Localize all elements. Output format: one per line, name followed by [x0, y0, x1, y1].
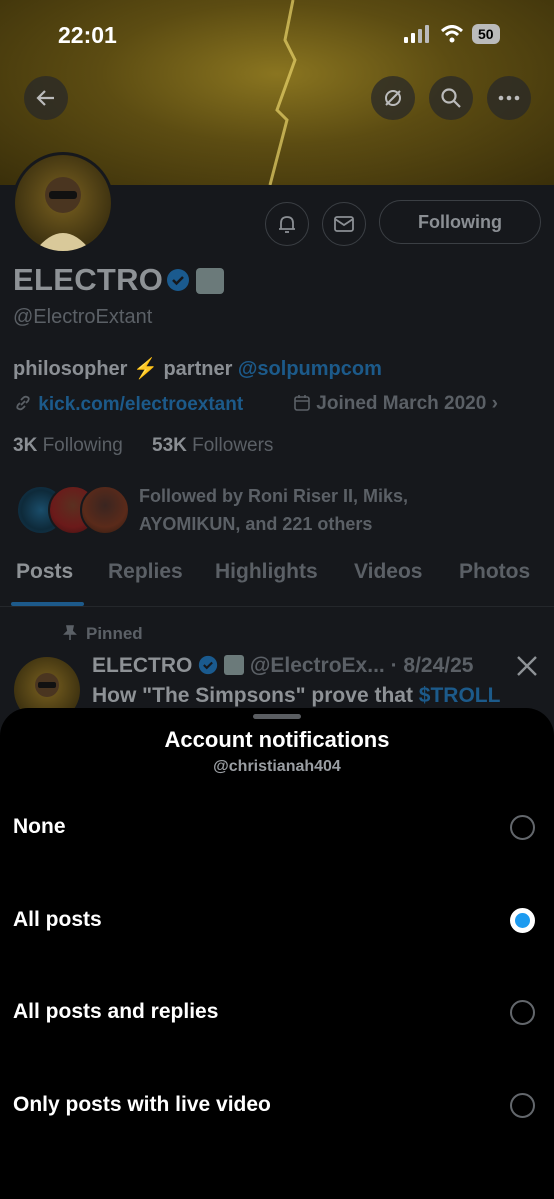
- sheet-subtitle: @christianah404: [213, 758, 341, 775]
- status-time: 22:01: [58, 22, 117, 48]
- avatar-illustration: [35, 177, 91, 251]
- bio-mention-link[interactable]: @solpumpcom: [238, 358, 382, 380]
- status-icons: 50: [404, 24, 500, 44]
- joined-date: Joined March 2020 ›: [293, 393, 498, 415]
- bell-plus-icon: [279, 216, 295, 233]
- tab-highlights[interactable]: Highlights: [215, 560, 318, 584]
- profile-avatar[interactable]: [12, 152, 114, 254]
- profile-name: ELECTRO: [13, 262, 164, 297]
- following-button[interactable]: Following: [379, 200, 541, 244]
- profile-link[interactable]: kick.com/electroextant: [13, 393, 243, 416]
- post-text[interactable]: How "The Simpsons" prove that $TROLL: [92, 684, 500, 708]
- radio-button[interactable]: [510, 815, 535, 840]
- pin-icon: [63, 625, 77, 640]
- calendar-icon: [294, 395, 310, 411]
- followers-label: Followers: [186, 435, 274, 456]
- profile-tabs: Posts Replies Highlights Videos Photos: [0, 560, 554, 606]
- message-button[interactable]: [322, 202, 366, 246]
- pinned-text: Pinned: [86, 624, 143, 643]
- tab-replies[interactable]: Replies: [108, 560, 183, 584]
- envelope-icon: [334, 216, 354, 232]
- post-header: ELECTRO @ElectroEx... · 8/24/25: [92, 654, 473, 678]
- post-handle-date: @ElectroEx... · 8/24/25: [249, 654, 474, 677]
- followers-stat[interactable]: 53K Followers: [152, 435, 273, 457]
- following-label: Following: [37, 435, 123, 456]
- sheet-title: Account notifications: [164, 727, 390, 752]
- followed-by-avatars[interactable]: [16, 485, 130, 535]
- grok-button[interactable]: [371, 76, 415, 120]
- radio-button-selected[interactable]: [510, 908, 535, 933]
- notifications-button[interactable]: [265, 202, 309, 246]
- option-none[interactable]: None: [0, 813, 554, 903]
- grok-icon: [385, 90, 401, 106]
- followers-count: 53K: [152, 435, 187, 456]
- x-logo-icon[interactable]: [516, 655, 538, 677]
- back-button[interactable]: [24, 76, 68, 120]
- chevron-right-icon[interactable]: ›: [492, 393, 498, 414]
- follower-avatar: [80, 485, 130, 535]
- option-all-posts-and-replies[interactable]: All posts and replies: [0, 998, 554, 1088]
- pinned-label: Pinned: [62, 624, 143, 644]
- option-label: All posts and replies: [13, 1000, 219, 1023]
- joined-text: Joined March 2020: [316, 393, 487, 414]
- following-count: 3K: [13, 435, 38, 456]
- verified-badge-icon: [167, 269, 189, 291]
- lightning-bolt-decoration: [268, 0, 297, 185]
- tab-posts[interactable]: Posts: [16, 560, 73, 584]
- tabs-divider: [0, 606, 554, 607]
- post-cashtag-link[interactable]: $TROLL: [419, 684, 501, 707]
- option-label: None: [13, 815, 66, 838]
- followed-by-text[interactable]: Followed by Roni Riser II, Miks, AYOMIKU…: [139, 482, 459, 538]
- tab-photos[interactable]: Photos: [459, 560, 530, 584]
- link-icon: [16, 395, 30, 411]
- following-stat[interactable]: 3K Following: [13, 435, 123, 457]
- search-icon: [441, 88, 461, 108]
- profile-link-text[interactable]: kick.com/electroextant: [38, 394, 243, 415]
- verified-badge-icon: [199, 655, 218, 675]
- back-arrow-icon: [36, 90, 54, 106]
- option-label: Only posts with live video: [13, 1093, 271, 1116]
- more-button[interactable]: [487, 76, 531, 120]
- bio-text: philosopher ⚡ partner: [13, 358, 238, 380]
- radio-button[interactable]: [510, 1093, 535, 1118]
- affiliate-badge[interactable]: [196, 268, 224, 294]
- post-author-name[interactable]: ELECTRO: [92, 654, 192, 677]
- signal-icon: [404, 25, 429, 43]
- sheet-grabber-handle[interactable]: [253, 714, 301, 719]
- profile-bio: philosopher ⚡ partner @solpumpcom: [13, 356, 382, 381]
- affiliate-badge: [224, 655, 245, 675]
- search-button[interactable]: [429, 76, 473, 120]
- option-label: All posts: [13, 908, 102, 931]
- battery-indicator: 50: [472, 24, 500, 44]
- radio-button[interactable]: [510, 1000, 535, 1025]
- post-text-body: How "The Simpsons" prove that: [92, 684, 419, 707]
- tab-videos[interactable]: Videos: [354, 560, 422, 584]
- more-dots-icon: [498, 95, 520, 101]
- option-live-video[interactable]: Only posts with live video: [0, 1091, 554, 1181]
- profile-handle: @ElectroExtant: [13, 306, 153, 328]
- option-all-posts[interactable]: All posts: [0, 906, 554, 996]
- wifi-icon: [440, 25, 464, 43]
